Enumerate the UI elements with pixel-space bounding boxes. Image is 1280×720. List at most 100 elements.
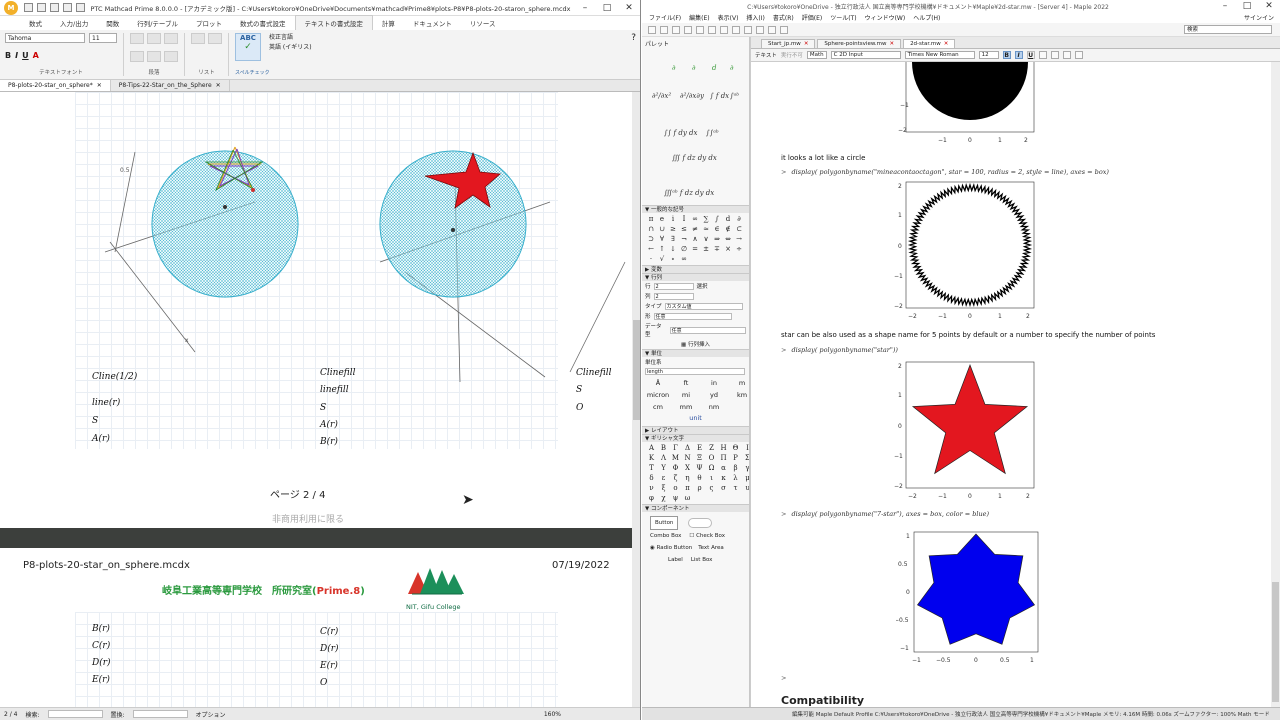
- font-size-select[interactable]: 11: [89, 33, 117, 43]
- greek-letter[interactable]: Η: [718, 444, 729, 452]
- maple-input[interactable]: >: [781, 674, 791, 682]
- numbered-list-icon[interactable]: [208, 33, 222, 44]
- align-left-icon[interactable]: [1038, 51, 1047, 59]
- palette-symbol[interactable]: ∉: [723, 225, 733, 233]
- greek-letter[interactable]: π: [682, 484, 693, 492]
- component-combo[interactable]: Combo Box: [650, 530, 681, 542]
- document-tab[interactable]: 2d-star.mw ✕: [903, 39, 956, 48]
- toggle-icon[interactable]: [688, 518, 713, 528]
- maple-input[interactable]: > display( polygonbyname("mineacontaoctag…: [781, 168, 1109, 176]
- greek-letter[interactable]: Υ: [658, 464, 669, 472]
- greek-letter[interactable]: τ: [730, 484, 741, 492]
- zoom-level[interactable]: 160%: [544, 711, 561, 718]
- mathcad-logo-icon[interactable]: M: [4, 0, 18, 15]
- palette-section-header[interactable]: ▼ コンポーネント: [642, 504, 749, 512]
- spellcheck-button[interactable]: ABC ✓: [235, 33, 261, 61]
- choose-button[interactable]: 選択: [697, 282, 708, 290]
- list-icon[interactable]: [1074, 51, 1083, 59]
- unit-button[interactable]: unit: [642, 414, 749, 426]
- palette-symbol[interactable]: ∓: [712, 245, 722, 253]
- greek-letter[interactable]: Α: [646, 444, 657, 452]
- palette-symbol[interactable]: d: [723, 215, 733, 223]
- underline-button[interactable]: U: [1026, 51, 1035, 59]
- font-name-select[interactable]: Tahoma: [5, 33, 85, 43]
- palette-symbol[interactable]: ←: [646, 245, 656, 253]
- matrix-datatype-select[interactable]: 任意: [669, 326, 746, 334]
- palette-symbol[interactable]: ↑: [657, 245, 667, 253]
- palette-symbol[interactable]: ≠: [690, 225, 700, 233]
- unit-item[interactable]: micron: [646, 391, 670, 399]
- palette-symbol[interactable]: π: [646, 215, 656, 223]
- ribbon-tab[interactable]: リソース: [461, 16, 505, 30]
- math-mode-button[interactable]: Math: [806, 51, 827, 59]
- greek-letter[interactable]: Σ: [742, 454, 749, 462]
- align-center-icon[interactable]: [1050, 51, 1059, 59]
- bold-button[interactable]: B: [5, 51, 11, 60]
- greek-letter[interactable]: υ: [742, 484, 749, 492]
- ribbon-tab[interactable]: 数式の書式設定: [231, 16, 295, 30]
- redo-icon[interactable]: [76, 3, 85, 12]
- outdent-icon[interactable]: [147, 50, 161, 62]
- close-tab-icon[interactable]: ✕: [941, 41, 949, 47]
- palette-symbol[interactable]: ∫: [712, 215, 722, 223]
- maple-input[interactable]: > display( polygonbyname("7-star"), axes …: [781, 510, 989, 518]
- palette-section-header[interactable]: ▶ 変数: [642, 265, 749, 273]
- new-icon[interactable]: [648, 25, 656, 34]
- greek-letter[interactable]: Ε: [694, 444, 705, 452]
- greek-letter[interactable]: Ρ: [730, 454, 741, 462]
- greek-letter[interactable]: Ψ: [694, 464, 705, 472]
- maximize-button[interactable]: □: [1236, 1, 1258, 11]
- ribbon-tab[interactable]: 入力/出力: [51, 16, 97, 30]
- restart-icon[interactable]: [780, 25, 788, 34]
- greek-letter[interactable]: ζ: [670, 474, 681, 482]
- unit-item[interactable]: Å: [646, 379, 670, 387]
- size-select[interactable]: 12: [978, 51, 999, 59]
- signin-button[interactable]: サインイン: [1240, 13, 1280, 22]
- insert-matrix-button[interactable]: ▦ 行列挿入: [681, 340, 710, 348]
- options-button[interactable]: オプション: [196, 710, 226, 719]
- palette-symbol[interactable]: ∩: [646, 225, 656, 233]
- palette-symbol[interactable]: ∂: [734, 215, 744, 223]
- dictionary-select[interactable]: 英語 (イギリス): [269, 43, 312, 53]
- execute-icon[interactable]: [756, 25, 764, 34]
- palette-symbol[interactable]: ⇔: [723, 235, 733, 243]
- unit-item[interactable]: cm: [646, 403, 670, 411]
- maple-document[interactable]: Start_jp.mw ✕ Sphere-pointsview.mw ✕ 2d-star…: [750, 37, 1280, 707]
- component-listbox[interactable]: List Box: [691, 554, 713, 566]
- document-tab[interactable]: P8-plots-20-star_on_sphere* ✕: [0, 80, 111, 91]
- greek-letter[interactable]: Ν: [682, 454, 693, 462]
- component-textarea[interactable]: Text Area: [698, 542, 724, 554]
- greek-letter[interactable]: Ξ: [694, 454, 705, 462]
- greek-letter[interactable]: ν: [646, 484, 657, 492]
- scrollbar-thumb[interactable]: [1272, 582, 1279, 702]
- open-file-icon[interactable]: [37, 3, 46, 12]
- greek-letter[interactable]: ω: [682, 494, 693, 502]
- nonexec-button[interactable]: 実行不可: [781, 51, 803, 59]
- document-tab[interactable]: Sphere-pointsview.mw ✕: [817, 39, 902, 48]
- worksheet-scrollbar[interactable]: [1271, 62, 1280, 707]
- style-select[interactable]: C 2D Input: [830, 51, 901, 59]
- ribbon-tab[interactable]: 関数: [97, 16, 128, 30]
- save-icon[interactable]: [672, 25, 680, 34]
- palette-symbol[interactable]: ∃: [668, 235, 678, 243]
- underline-button[interactable]: U: [22, 51, 29, 60]
- palette-symbol[interactable]: ⊂: [734, 225, 744, 233]
- bold-button[interactable]: B: [1002, 51, 1011, 59]
- greek-letter[interactable]: β: [730, 464, 741, 472]
- menu-item[interactable]: ヘルプ(H): [909, 13, 944, 22]
- greek-letter[interactable]: ι: [706, 474, 717, 482]
- greek-letter[interactable]: Τ: [646, 464, 657, 472]
- greek-letter[interactable]: ρ: [694, 484, 705, 492]
- palette-symbol[interactable]: e: [657, 215, 667, 223]
- component-button[interactable]: Button: [650, 516, 679, 530]
- search-input[interactable]: 検索: [1184, 25, 1272, 34]
- component-label[interactable]: Label: [668, 554, 683, 566]
- ribbon-tab[interactable]: 行列/テーブル: [128, 16, 187, 30]
- greek-letter[interactable]: κ: [718, 474, 729, 482]
- greek-letter[interactable]: Ι: [742, 444, 749, 452]
- greek-letter[interactable]: Β: [658, 444, 669, 452]
- matrix-type-select[interactable]: カスタム値: [664, 302, 743, 310]
- copy-icon[interactable]: [708, 25, 716, 34]
- align-left-icon[interactable]: [130, 33, 144, 44]
- greek-letter[interactable]: μ: [742, 474, 749, 482]
